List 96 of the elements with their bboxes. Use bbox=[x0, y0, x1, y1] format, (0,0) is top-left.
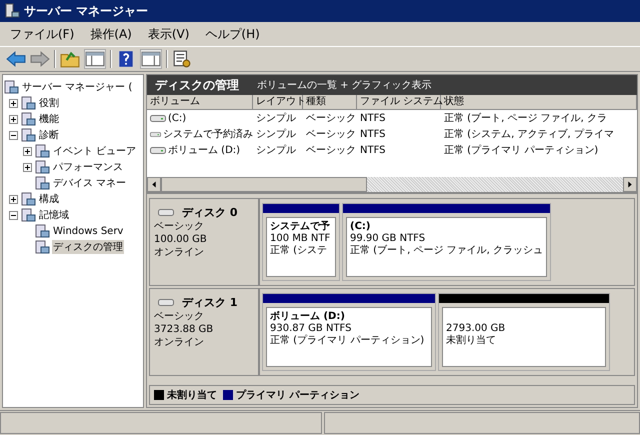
partition-name: (C:) bbox=[350, 220, 372, 233]
tree-item[interactable]: サーバー マネージャー ( bbox=[21, 80, 134, 94]
menu-item[interactable]: ヘルプ(H) bbox=[199, 24, 266, 44]
tree-item[interactable]: 機能 bbox=[38, 112, 60, 126]
expander-icon[interactable] bbox=[23, 146, 32, 156]
legend-label: 未割り当て bbox=[167, 388, 217, 402]
node-icon bbox=[20, 127, 36, 143]
partition-block[interactable]: (C:) 99.90 GB NTFS 正常 (ブート, ページ ファイル, クラッシュ bbox=[342, 203, 551, 281]
partition-status: 未割り当て bbox=[446, 335, 497, 347]
node-icon bbox=[34, 175, 50, 191]
table-cell-text: シンプル bbox=[256, 128, 296, 141]
table-cell-text: シンプル bbox=[256, 144, 296, 157]
tree-item[interactable]: 役割 bbox=[38, 96, 60, 110]
disk-status: オンライン bbox=[154, 336, 205, 349]
table-cell-text: ベーシック bbox=[306, 128, 356, 141]
drive-icon bbox=[150, 130, 161, 138]
table-cell-text: ベーシック bbox=[306, 112, 356, 125]
node-icon bbox=[34, 239, 50, 255]
drive-icon bbox=[150, 146, 166, 154]
partition-size: 2793.00 GB bbox=[446, 323, 506, 334]
disk-status: オンライン bbox=[154, 246, 205, 259]
horizontal-scrollbar[interactable] bbox=[147, 177, 637, 192]
table-cell: (C:) bbox=[168, 112, 186, 124]
expander-icon[interactable] bbox=[9, 194, 18, 204]
expander-icon[interactable] bbox=[9, 130, 18, 140]
disk-name: ディスク 0 bbox=[182, 205, 238, 220]
scroll-left-icon[interactable] bbox=[147, 177, 161, 192]
table-cell: NTFS bbox=[360, 112, 386, 124]
tree-item[interactable]: ディスクの管理 bbox=[52, 240, 124, 254]
pane-title: ディスクの管理 bbox=[155, 76, 239, 94]
back-arrow-icon[interactable] bbox=[6, 50, 26, 68]
partition-status: 正常 (プライマリ パーティション) bbox=[270, 335, 426, 347]
pane-subtitle: ボリュームの一覧 + グラフィック表示 bbox=[257, 78, 432, 92]
column-header[interactable]: ファイル システム bbox=[357, 95, 441, 110]
disk-type: ベーシック bbox=[154, 220, 205, 233]
drive-icon bbox=[150, 114, 166, 122]
server-icon bbox=[4, 3, 20, 19]
partition-name: ボリューム (D:) bbox=[270, 310, 346, 323]
tree-item[interactable]: イベント ビューア bbox=[52, 144, 138, 158]
column-header[interactable]: レイアウト bbox=[253, 95, 303, 110]
expander-icon[interactable] bbox=[9, 114, 18, 124]
tree-item[interactable]: 診断 bbox=[38, 128, 60, 142]
folder-icon[interactable] bbox=[60, 50, 80, 68]
drive-icon bbox=[158, 298, 174, 307]
disk-size: 3723.88 GB bbox=[154, 323, 214, 336]
expander-icon[interactable] bbox=[23, 162, 32, 172]
disk-name: ディスク 1 bbox=[182, 295, 238, 310]
column-header[interactable]: 状態 bbox=[441, 95, 637, 110]
table-cell-text: ボリューム (D:) bbox=[168, 144, 240, 157]
table-cell-text: 正常 (システム, アクティブ, プライマ bbox=[444, 128, 614, 141]
scroll-right-icon[interactable] bbox=[623, 177, 637, 192]
tree-item[interactable]: 記憶域 bbox=[38, 208, 70, 222]
partition-status: 正常 (ブート, ページ ファイル, クラッシュ bbox=[350, 245, 543, 257]
node-icon bbox=[34, 223, 50, 239]
partition-name: システムで予 bbox=[270, 220, 331, 233]
column-header[interactable]: 種類 bbox=[303, 95, 357, 110]
column-header[interactable]: ボリューム bbox=[147, 95, 253, 110]
tree-item[interactable]: デバイス マネー bbox=[52, 176, 128, 190]
table-cell-text: 正常 (プライマリ パーティション) bbox=[444, 144, 598, 157]
pane-icon[interactable] bbox=[84, 49, 106, 69]
drive-icon bbox=[158, 208, 174, 217]
legend-label: プライマリ パーティション bbox=[236, 388, 360, 402]
partition-size: 99.90 GB NTFS bbox=[350, 233, 426, 244]
menu-item[interactable]: 操作(A) bbox=[84, 24, 138, 44]
disk-size: 100.00 GB bbox=[154, 233, 208, 246]
tree-item[interactable]: パフォーマンス bbox=[52, 160, 124, 174]
node-icon bbox=[20, 191, 36, 207]
node-icon bbox=[34, 159, 50, 175]
table-cell-text: システムで予約済み bbox=[163, 128, 253, 141]
expander-icon[interactable] bbox=[9, 98, 18, 108]
properties-icon[interactable] bbox=[172, 50, 192, 68]
node-icon bbox=[34, 143, 50, 159]
expander-icon[interactable] bbox=[9, 210, 18, 220]
node-icon bbox=[20, 95, 36, 111]
partition-size: 930.87 GB NTFS bbox=[270, 323, 352, 334]
node-icon bbox=[20, 207, 36, 223]
node-icon bbox=[3, 79, 19, 95]
table-cell: NTFS bbox=[360, 144, 386, 156]
table-cell-text: シンプル bbox=[256, 112, 296, 125]
window-title: サーバー マネージャー bbox=[24, 2, 148, 20]
node-icon bbox=[20, 111, 36, 127]
tree-item[interactable]: 構成 bbox=[38, 192, 60, 206]
pane-icon[interactable] bbox=[140, 49, 162, 69]
table-cell: NTFS bbox=[360, 128, 386, 140]
menu-item[interactable]: 表示(V) bbox=[142, 24, 196, 44]
forward-arrow-icon[interactable] bbox=[30, 50, 50, 68]
partition-block[interactable]: 2793.00 GB 未割り当て bbox=[438, 293, 610, 371]
partition-status: 正常 (システ bbox=[270, 245, 328, 257]
partition-block[interactable]: システムで予 100 MB NTF 正常 (システ bbox=[262, 203, 340, 281]
menu-item[interactable]: ファイル(F) bbox=[4, 24, 80, 44]
disk-type: ベーシック bbox=[154, 310, 205, 323]
partition-size: 100 MB NTF bbox=[270, 233, 332, 244]
table-cell-text: ベーシック bbox=[306, 144, 356, 157]
partition-block[interactable]: ボリューム (D:) 930.87 GB NTFS 正常 (プライマリ パーティション) bbox=[262, 293, 436, 371]
table-cell-text: 正常 (ブート, ページ ファイル, クラ bbox=[444, 112, 607, 125]
tree-item[interactable]: Windows Serv bbox=[52, 226, 124, 236]
